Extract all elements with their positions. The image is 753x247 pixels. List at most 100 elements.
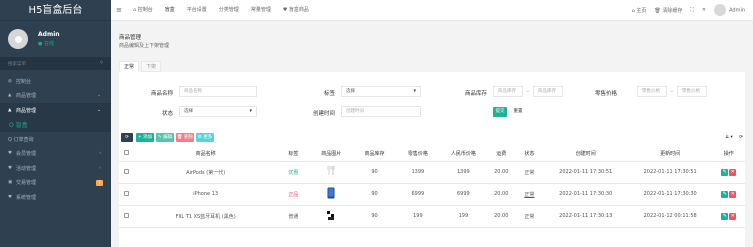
sidebar-item-label: 商品管理	[16, 93, 37, 100]
cell-name: AirPods (第一代)	[134, 161, 278, 184]
admin-name: Admin	[729, 7, 745, 14]
product-thumbnail[interactable]	[326, 209, 336, 223]
product-thumbnail[interactable]	[326, 165, 336, 179]
menu-icon: ♥	[8, 151, 13, 157]
search-icon[interactable]: ⚲	[100, 61, 103, 66]
cell-image[interactable]	[309, 205, 353, 228]
filter-price-min[interactable]: 零售价格	[637, 86, 667, 97]
reset-button[interactable]: 重置	[511, 107, 525, 117]
table-row[interactable]: iPhone 13 正品 90 6999 6999 20.00 正常 2022-01-11 1…	[119, 183, 745, 206]
top-tab[interactable]: 分类管理	[213, 0, 245, 21]
clear-cache-link[interactable]: 🗑 清除缓存	[654, 7, 682, 14]
col-tag[interactable]: 标签	[277, 147, 310, 162]
admin-menu[interactable]: Admin	[714, 4, 745, 16]
menu-icon: ♥	[8, 194, 13, 200]
cell-image[interactable]	[309, 183, 353, 206]
sidebar-item[interactable]: ▲ 商品管理 ⌄	[0, 89, 111, 104]
top-tab[interactable]: 盲盒	[159, 0, 181, 21]
top-tab[interactable]: ♥ 盲盒商品	[277, 0, 315, 21]
filter-stock-max[interactable]: 商品库存	[533, 86, 563, 97]
table-row[interactable]: FIIL T1 XS蓝牙耳机 (黑色) 普通 90 199 199 20.00 正常 2022…	[119, 205, 745, 228]
submit-button[interactable]: 提交	[493, 107, 507, 117]
sidebar-search[interactable]: 搜索菜单 ⚲	[0, 57, 111, 70]
cell-rmb: 6999	[439, 183, 488, 206]
sidebar-item[interactable]: Q 订单查询	[0, 132, 111, 147]
sidebar-item[interactable]: ◍ 控制台	[0, 74, 111, 89]
delete-icon[interactable]: ✕	[729, 190, 737, 198]
refresh-button[interactable]: ⟳	[121, 133, 133, 142]
cell-image[interactable]	[309, 161, 353, 184]
edit-icon[interactable]: ✎	[721, 212, 729, 220]
edit-icon[interactable]: ✎	[721, 168, 729, 176]
columns-toggle-button[interactable]: ⇊ ▾	[723, 133, 735, 142]
user-profile[interactable]: Admin ● 在线	[0, 21, 111, 57]
cell-retail: 199	[396, 205, 440, 228]
top-tabs: ⌂ 控制台 盲盒 平台设置 分类管理 常量管理 ♥ 盲盒商品	[127, 0, 315, 21]
sidebar-item[interactable]: O 盲盒	[0, 117, 111, 132]
product-thumbnail[interactable]	[327, 187, 335, 201]
cell-actions: ✎ ✕	[712, 183, 745, 206]
add-button[interactable]: + 添加	[136, 133, 154, 142]
table-row[interactable]: AirPods (第一代) 优惠 90 1399 1399 20.00 正常 2022-01-…	[119, 161, 745, 184]
cell-status: 正常	[515, 161, 544, 184]
menu-toggle-icon[interactable]: ≡	[111, 6, 127, 14]
col-freight[interactable]: 运费	[487, 147, 516, 162]
select-all-checkbox[interactable]	[119, 147, 135, 162]
fullscreen-icon[interactable]: ⛶	[690, 7, 694, 13]
filter-name-label: 商品名称	[150, 91, 173, 97]
content-panel: 商品名称 商品名称 标签 选择 ▾ 商品库存 商品库存 - 商品库存 零售价格 …	[119, 72, 745, 247]
col-stock[interactable]: 商品库存	[352, 147, 397, 162]
delete-button[interactable]: 🗑 删除	[176, 133, 194, 142]
sidebar-item[interactable]: ♥ 系统管理	[0, 190, 111, 205]
cell-updated: 2022-01-12 00:11:58	[627, 205, 713, 228]
home-link[interactable]: ⌂ 主页	[632, 7, 647, 14]
cell-created: 2022-01-11 17:30:51	[543, 161, 628, 184]
filter-price-max[interactable]: 零售价格	[677, 86, 707, 97]
top-tab[interactable]: ⌂ 控制台	[127, 0, 159, 21]
expand-icon[interactable]: ✕	[702, 7, 706, 13]
sidebar-item[interactable]: ♥ 会员管理 ‹	[0, 147, 111, 162]
col-name[interactable]: 商品名称	[134, 147, 278, 162]
user-name: Admin	[38, 31, 60, 38]
filter-created-input[interactable]: 创建时间	[341, 106, 421, 117]
edit-icon[interactable]: ✎	[721, 190, 729, 198]
col-status[interactable]: 状态	[515, 147, 544, 162]
tab-offshelf[interactable]: 下架	[141, 61, 161, 72]
delete-icon[interactable]: ✕	[729, 168, 737, 176]
filter-stock-min[interactable]: 商品库存	[493, 86, 523, 97]
sidebar-item[interactable]: ♥ 活动管理 ‹	[0, 161, 111, 176]
filter-status-select[interactable]: 选择 ▾	[179, 106, 257, 117]
sidebar-item-label: 控制台	[16, 78, 32, 85]
sidebar-search-input[interactable]: 搜索菜单	[8, 61, 26, 67]
col-updated[interactable]: 更新时间	[627, 147, 713, 162]
tab-normal[interactable]: 正常	[119, 61, 139, 72]
refresh-icon[interactable]: ⟳	[737, 133, 745, 142]
app-root: H5盲盒后台 Admin ● 在线 搜索菜单 ⚲ ◍ 控制台 ▲ 商品管理 ⌄ ▲ 商品管理…	[0, 0, 753, 247]
col-rmb[interactable]: 人民币价格	[439, 147, 488, 162]
sidebar-item[interactable]: ▲ 商品管理 ⌄	[0, 103, 111, 118]
menu-icon: ▣	[8, 180, 13, 186]
row-checkbox[interactable]	[119, 205, 135, 228]
row-checkbox[interactable]	[119, 161, 135, 184]
filter-status-label: 状态	[161, 111, 173, 117]
page-title: 商品管理	[119, 35, 142, 41]
filter-name-input[interactable]: 商品名称	[179, 86, 257, 97]
top-tab[interactable]: 常量管理	[245, 0, 277, 21]
sidebar-item[interactable]: ▣ 交易管理?	[0, 176, 111, 191]
col-image[interactable]: 商品图片	[309, 147, 353, 162]
row-checkbox[interactable]	[119, 183, 135, 206]
filter-tag-value: 选择	[346, 89, 355, 94]
sidebar-item-label: 商品管理	[16, 107, 37, 114]
delete-icon[interactable]: ✕	[729, 212, 737, 220]
user-status: ● 在线	[38, 41, 54, 47]
avatar[interactable]	[8, 29, 28, 49]
col-created[interactable]: 创建时间	[543, 147, 628, 162]
filter-tag-select[interactable]: 选择 ▾	[341, 86, 421, 97]
cell-created: 2022-01-11 17:30:30	[543, 183, 628, 206]
edit-button[interactable]: ✎ 编辑	[156, 133, 174, 142]
more-button[interactable]: ⚙ 更多	[196, 133, 214, 142]
cell-updated: 2022-01-11 17:30:30	[627, 183, 713, 206]
col-retail[interactable]: 零售价格	[396, 147, 440, 162]
top-tab[interactable]: 平台设置	[181, 0, 213, 21]
top-right-actions: ⌂ 主页 🗑 清除缓存 ⛶ ✕ Admin	[632, 4, 753, 16]
